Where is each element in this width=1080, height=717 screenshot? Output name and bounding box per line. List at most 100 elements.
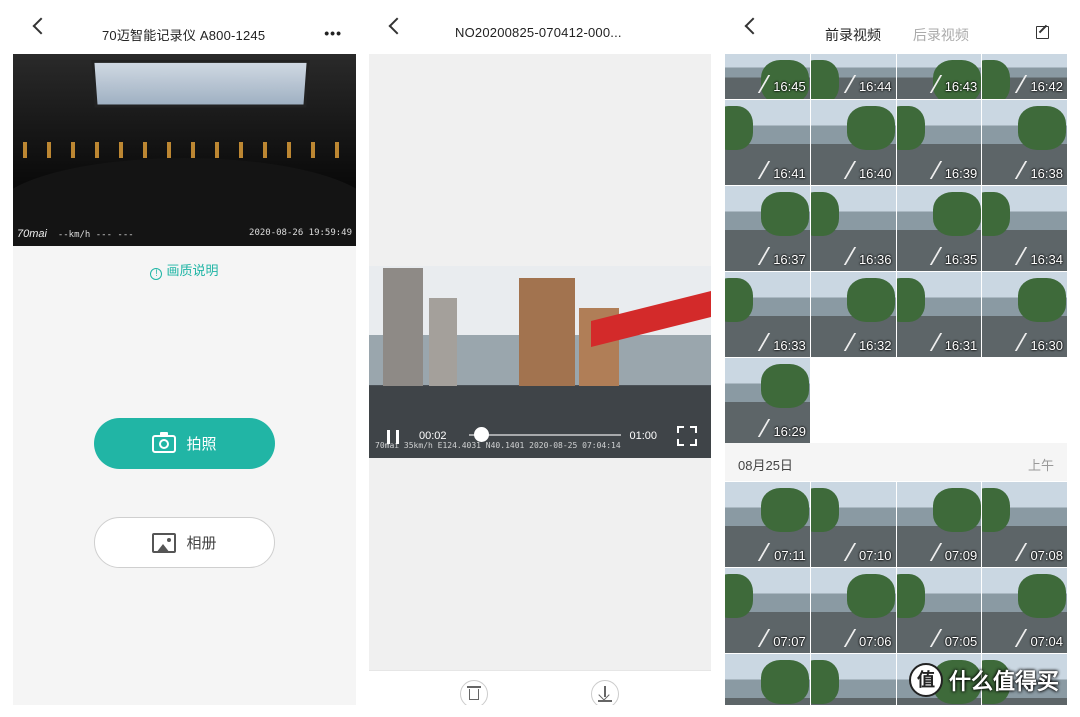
video-thumbnail[interactable]: 16:40 xyxy=(810,100,896,185)
thumbnail-lane-mark xyxy=(757,247,771,265)
thumbnail-tree xyxy=(896,574,925,618)
screenshot-composite: 70迈智能记录仪 A800-1245 ••• 70mai --km/h --- … xyxy=(0,0,1080,717)
video-thumbnail[interactable]: 16:30 xyxy=(982,272,1067,357)
osd-timestamp: 2020-08-26 19:59:49 xyxy=(249,228,352,238)
thumbnail-lane-mark xyxy=(843,543,856,561)
thumbnail-lane-mark xyxy=(757,419,771,437)
thumbnail-time: 16:35 xyxy=(944,252,978,267)
thumbnail-lane-mark xyxy=(1015,543,1028,561)
video-thumbnail[interactable]: 07:11 xyxy=(725,482,810,567)
quality-info-link[interactable]: ! 画质说明 xyxy=(13,260,356,280)
preview-osd: 70mai --km/h --- --- 2020-08-26 19:59:49 xyxy=(17,228,352,240)
seek-knob[interactable] xyxy=(474,427,490,442)
thumbnail-tree xyxy=(725,574,753,618)
video-thumbnail[interactable]: 16:43 xyxy=(896,54,982,99)
live-preview[interactable]: 70mai --km/h --- --- 2020-08-26 19:59:49 xyxy=(13,54,356,246)
thumbnail-lane-mark xyxy=(757,629,771,647)
thumbnail-tree xyxy=(810,660,839,704)
delete-button[interactable] xyxy=(460,680,488,705)
top-bar: 前录视频 后录视频 xyxy=(725,0,1067,54)
thumbnail-row: 07:11 07:10 07:09 07:08 xyxy=(725,482,1067,567)
video-thumbnail[interactable]: 07:07 xyxy=(725,568,810,653)
thumbnail-time: 07:08 xyxy=(1030,548,1063,563)
seek-bar[interactable] xyxy=(469,427,621,442)
video-thumbnail[interactable]: 16:33 xyxy=(725,272,810,357)
tab-rear-video[interactable]: 后录视频 xyxy=(913,27,969,43)
video-thumbnail[interactable]: 16:41 xyxy=(725,100,810,185)
video-thumbnail[interactable]: 16:36 xyxy=(810,186,896,271)
group-period: 上午 xyxy=(1027,458,1054,473)
video-thumbnail[interactable]: 07:06 xyxy=(810,568,896,653)
image-icon xyxy=(152,532,177,553)
thumbnail-tree xyxy=(761,192,809,236)
video-thumbnail[interactable]: 16:37 xyxy=(725,186,810,271)
thumbnail-time: 16:29 xyxy=(773,424,806,439)
thumbnail-row: 16:41 16:40 16:39 16:38 xyxy=(725,100,1067,185)
thumbnail-time: 16:38 xyxy=(1030,166,1063,181)
thumbnail-tree xyxy=(1018,574,1067,618)
thumbnail-time: 16:31 xyxy=(944,338,978,353)
current-time: 00:02 xyxy=(419,430,447,442)
duration: 01:00 xyxy=(629,430,657,442)
album-label: 相册 xyxy=(186,535,217,552)
video-thumbnail[interactable]: 07:04 xyxy=(982,568,1067,653)
watermark: 值 什么值得买 xyxy=(908,663,1059,697)
pause-icon[interactable] xyxy=(387,430,399,444)
thumbnail-time: 16:43 xyxy=(944,79,978,94)
video-thumbnail[interactable]: 16:35 xyxy=(896,186,982,271)
video-thumbnail[interactable]: 16:34 xyxy=(982,186,1067,271)
video-thumbnail[interactable]: 07:09 xyxy=(896,482,982,567)
osd-speed: --km/h --- --- xyxy=(57,230,134,240)
thumbnail-row: 16:45 16:44 16:43 16:42 xyxy=(725,54,1067,99)
thumbnail-tree xyxy=(810,60,839,99)
thumbnail-lane-mark xyxy=(843,247,856,265)
video-frame[interactable]: 70mai 35km/h E124.4031 N40.1401 2020-08-… xyxy=(369,266,711,458)
video-thumbnail[interactable]: 07:08 xyxy=(982,482,1067,567)
thumbnail-time: 16:37 xyxy=(773,252,806,267)
thumbnail-tree xyxy=(846,106,895,150)
back-arrow-icon[interactable] xyxy=(388,17,406,35)
thumbnail-tree xyxy=(896,278,925,322)
thumbnail-lane-mark xyxy=(929,161,942,179)
video-thumbnail[interactable]: 16:29 xyxy=(725,358,810,443)
video-thumbnail[interactable]: 16:44 xyxy=(810,54,896,99)
camera-home-screen: 70迈智能记录仪 A800-1245 ••• 70mai --km/h --- … xyxy=(13,0,356,705)
video-thumbnail[interactable]: 16:39 xyxy=(896,100,982,185)
thumbnail-tree xyxy=(982,488,1011,532)
capture-photo-button[interactable]: 拍照 xyxy=(94,418,275,469)
thumbnail-lane-mark xyxy=(1015,75,1028,93)
video-thumbnail[interactable]: 16:45 xyxy=(725,54,810,99)
thumbnail-time: 07:07 xyxy=(773,634,806,649)
back-arrow-icon[interactable] xyxy=(744,17,762,35)
thumbnail-time: 16:42 xyxy=(1030,79,1063,94)
video-thumbnail[interactable]: 16:32 xyxy=(810,272,896,357)
thumbnail-lane-mark xyxy=(843,629,856,647)
video-building xyxy=(429,298,457,388)
thumbnail-tree xyxy=(846,278,895,322)
thumbnail-time: 16:34 xyxy=(1030,252,1063,267)
thumbnail-time: 07:04 xyxy=(1030,634,1063,649)
edit-icon[interactable] xyxy=(1036,26,1049,39)
download-button[interactable] xyxy=(591,680,619,705)
more-icon[interactable]: ••• xyxy=(324,25,342,41)
quality-info-label: 画质说明 xyxy=(166,263,219,278)
thumbnail-lane-mark xyxy=(929,333,942,351)
tab-front-video[interactable]: 前录视频 xyxy=(825,27,881,43)
album-button[interactable]: 相册 xyxy=(94,517,275,568)
video-thumbnail[interactable]: 07:10 xyxy=(810,482,896,567)
thumbnail-time: 16:36 xyxy=(858,252,892,267)
back-arrow-icon[interactable] xyxy=(32,17,50,35)
video-thumbnail[interactable] xyxy=(810,654,896,705)
video-thumbnail[interactable]: 07:05 xyxy=(896,568,982,653)
thumbnail-lane-mark xyxy=(1015,629,1028,647)
download-icon xyxy=(604,686,606,697)
thumbnail-tree xyxy=(982,60,1011,99)
video-thumbnail[interactable]: 16:31 xyxy=(896,272,982,357)
video-thumbnail[interactable] xyxy=(725,654,810,705)
download-icon-base xyxy=(598,700,612,702)
video-thumbnail[interactable]: 16:42 xyxy=(982,54,1067,99)
fullscreen-icon[interactable] xyxy=(677,426,697,446)
thumbnail-time: 16:45 xyxy=(773,79,806,94)
preview-monitor xyxy=(91,59,310,108)
video-thumbnail[interactable]: 16:38 xyxy=(982,100,1067,185)
